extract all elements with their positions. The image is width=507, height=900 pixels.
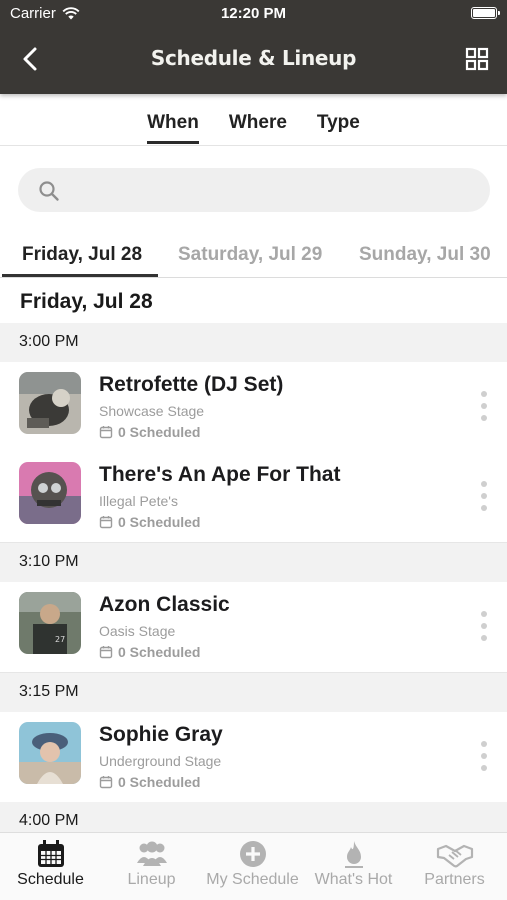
scheduled-count-label: 0 Scheduled [118, 774, 201, 790]
time-slot-header: 3:00 PM [0, 323, 507, 362]
event-title: Sophie Gray [99, 723, 223, 746]
battery-icon [471, 7, 500, 19]
handshake-icon [436, 844, 473, 868]
nav-header: Carrier 12:20 PM Schedule & Lineup [0, 0, 507, 94]
artist-photo: 27 [19, 592, 81, 654]
more-options-icon[interactable] [479, 610, 489, 642]
event-row[interactable]: There's An Ape For That Illegal Pete's 0… [0, 452, 507, 543]
event-stage: Illegal Pete's [99, 493, 178, 509]
status-time: 12:20 PM [220, 5, 287, 22]
time-slot-header: 3:15 PM [0, 673, 507, 712]
artist-photo [19, 722, 81, 784]
filter-tab-where[interactable]: Where [229, 94, 287, 146]
tab-label: My Schedule [206, 871, 299, 888]
scheduled-count-label: 0 Scheduled [118, 514, 201, 530]
svg-text:27: 27 [55, 635, 65, 644]
day-tab-friday[interactable]: Friday, Jul 28 [22, 244, 142, 266]
people-icon [136, 841, 167, 866]
search-input[interactable] [70, 170, 470, 210]
more-options-icon[interactable] [479, 740, 489, 772]
status-bar: Carrier 12:20 PM [0, 5, 507, 25]
more-options-icon[interactable] [479, 480, 489, 512]
event-row[interactable]: 27 Azon Classic Oasis Stage 0 Scheduled [0, 582, 507, 673]
filter-tabs: When Where Type [0, 94, 507, 146]
plus-circle-icon [239, 841, 266, 867]
scheduled-count: 0 Scheduled [99, 514, 200, 530]
bottom-tab-bar: Schedule Lineup My Schedule What's Hot P… [0, 832, 507, 900]
tab-label: What's Hot [314, 871, 393, 888]
event-row[interactable]: Retrofette (DJ Set) Showcase Stage 0 Sch… [0, 362, 507, 453]
day-tab-saturday[interactable]: Saturday, Jul 29 [178, 244, 322, 266]
section-date-title: Friday, Jul 28 [20, 290, 153, 313]
artist-photo [19, 372, 81, 434]
time-slot-header: 3:10 PM [0, 543, 507, 582]
event-title: Azon Classic [99, 593, 230, 616]
day-tabs: Friday, Jul 28 Saturday, Jul 29 Sunday, … [0, 232, 507, 278]
artist-photo [19, 462, 81, 524]
filter-tab-type[interactable]: Type [317, 94, 360, 146]
search-icon [39, 181, 59, 201]
event-title: Retrofette (DJ Set) [99, 373, 284, 396]
event-stage: Showcase Stage [99, 403, 205, 419]
scheduled-count: 0 Scheduled [99, 424, 200, 440]
grid-view-button[interactable] [465, 47, 489, 71]
tab-my-schedule[interactable]: My Schedule [202, 839, 303, 889]
scheduled-count-label: 0 Scheduled [118, 424, 201, 440]
tab-label: Partners [424, 871, 485, 888]
calendar-small-icon [99, 426, 113, 439]
tab-partners[interactable]: Partners [404, 839, 505, 889]
flame-icon [344, 841, 363, 868]
day-tab-sunday[interactable]: Sunday, Jul 30 [359, 244, 491, 266]
calendar-small-icon [99, 646, 113, 659]
tab-label: Lineup [127, 871, 176, 888]
filter-tab-when[interactable]: When [147, 94, 199, 146]
tab-label: Schedule [17, 871, 84, 888]
tab-whats-hot[interactable]: What's Hot [303, 839, 404, 889]
event-row[interactable]: Sophie Gray Underground Stage 0 Schedule… [0, 712, 507, 803]
page-title: Schedule & Lineup [150, 46, 357, 70]
calendar-small-icon [99, 516, 113, 529]
event-title: There's An Ape For That [99, 463, 341, 486]
tab-lineup[interactable]: Lineup [101, 839, 202, 889]
more-options-icon[interactable] [479, 390, 489, 422]
event-stage: Underground Stage [99, 753, 222, 769]
active-day-indicator [2, 274, 158, 277]
scheduled-count: 0 Scheduled [99, 774, 200, 790]
event-stage: Oasis Stage [99, 623, 176, 639]
scheduled-count-label: 0 Scheduled [118, 644, 201, 660]
tab-schedule[interactable]: Schedule [0, 839, 101, 889]
calendar-small-icon [99, 776, 113, 789]
scheduled-count: 0 Scheduled [99, 644, 200, 660]
calendar-icon [37, 840, 64, 867]
